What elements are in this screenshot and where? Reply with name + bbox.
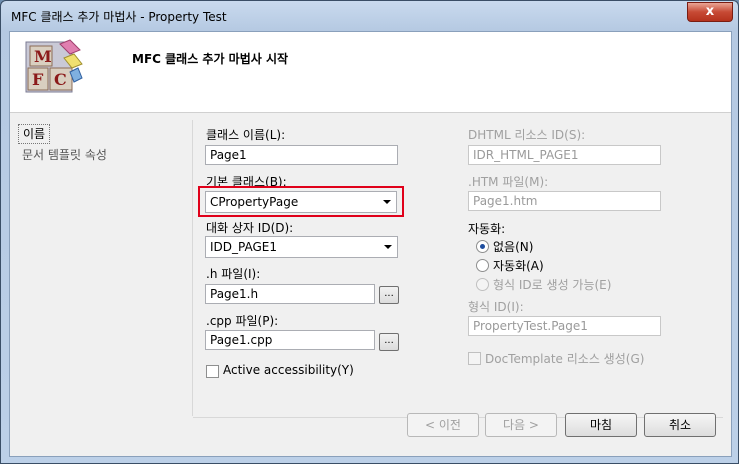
window-title: MFC 클래스 추가 마법사 - Property Test	[11, 10, 227, 24]
dhtml-resource-id-input: IDR_HTML_PAGE1	[468, 145, 661, 165]
automation-label: 자동화:	[468, 222, 506, 236]
logo-letter-c: C	[54, 70, 67, 89]
h-file-browse-button[interactable]: ...	[379, 286, 399, 304]
radio-none[interactable]	[476, 240, 489, 253]
dhtml-resource-id-label: DHTML 리소스 ID(S):	[468, 128, 586, 142]
dialog-id-label: 대화 상자 ID(D):	[206, 221, 294, 235]
radio-createable-by-type-id	[476, 278, 489, 291]
finish-button[interactable]: 마침	[565, 413, 637, 437]
radio-createable-by-type-id-label: 형식 ID로 생성 가능(E)	[493, 278, 612, 292]
cpp-file-input[interactable]: Page1.cpp	[205, 330, 375, 350]
prev-button: < 이전	[407, 413, 479, 437]
htm-file-label: .HTM 파일(M):	[468, 175, 549, 189]
vertical-divider	[192, 120, 193, 416]
cpp-file-label: .cpp 파일(P):	[206, 314, 279, 328]
radio-automation[interactable]	[476, 259, 489, 272]
cancel-button[interactable]: 취소	[644, 413, 716, 437]
wizard-header-title: MFC 클래스 추가 마법사 시작	[132, 52, 289, 66]
wizard-nav: 이름 문서 템플릿 속성	[18, 120, 192, 420]
class-name-input[interactable]: Page1	[205, 145, 398, 165]
radio-none-label: 없음(N)	[493, 240, 534, 254]
type-id-label: 형식 ID(I):	[468, 300, 524, 314]
active-accessibility-checkbox[interactable]	[206, 365, 219, 378]
title-bar[interactable]: MFC 클래스 추가 마법사 - Property Test x	[1, 1, 738, 31]
doctemplate-resource-label: DocTemplate 리소스 생성(G)	[485, 352, 645, 366]
nav-item-doc-template-properties[interactable]: 문서 템플릿 속성	[18, 146, 111, 164]
h-file-label: .h 파일(I):	[206, 267, 261, 281]
dialog-id-dropdown[interactable]: IDD_PAGE1	[205, 236, 398, 258]
dialog-id-value: IDD_PAGE1	[210, 240, 278, 254]
dialog-client-area: M F C MFC 클래스 추가 마법사 시작 이름 문서 템플릿 속성 클래스…	[9, 31, 732, 457]
h-file-input[interactable]: Page1.h	[205, 284, 375, 304]
wizard-header: M F C MFC 클래스 추가 마법사 시작	[10, 32, 731, 113]
base-class-value: CPropertyPage	[210, 195, 299, 209]
cpp-file-browse-button[interactable]: ...	[379, 333, 399, 351]
nav-item-name[interactable]: 이름	[18, 124, 51, 144]
dialog-window: MFC 클래스 추가 마법사 - Property Test x M F C M…	[0, 0, 739, 464]
logo-letter-f: F	[32, 70, 44, 89]
logo-letter-m: M	[34, 47, 52, 66]
close-button[interactable]: x	[687, 2, 733, 22]
active-accessibility-label: Active accessibility(Y)	[223, 363, 354, 377]
base-class-dropdown[interactable]: CPropertyPage	[205, 191, 397, 213]
next-button: 다음 >	[485, 413, 557, 437]
dropdown-arrow-icon	[384, 245, 392, 249]
dropdown-arrow-icon	[383, 200, 391, 204]
htm-file-input: Page1.htm	[468, 191, 661, 211]
radio-automation-label: 자동화(A)	[493, 259, 544, 273]
mfc-wizard-logo: M F C	[25, 39, 83, 93]
type-id-input: PropertyTest.Page1	[468, 316, 661, 336]
class-name-label: 클래스 이름(L):	[206, 128, 286, 142]
doctemplate-resource-checkbox	[468, 352, 481, 365]
